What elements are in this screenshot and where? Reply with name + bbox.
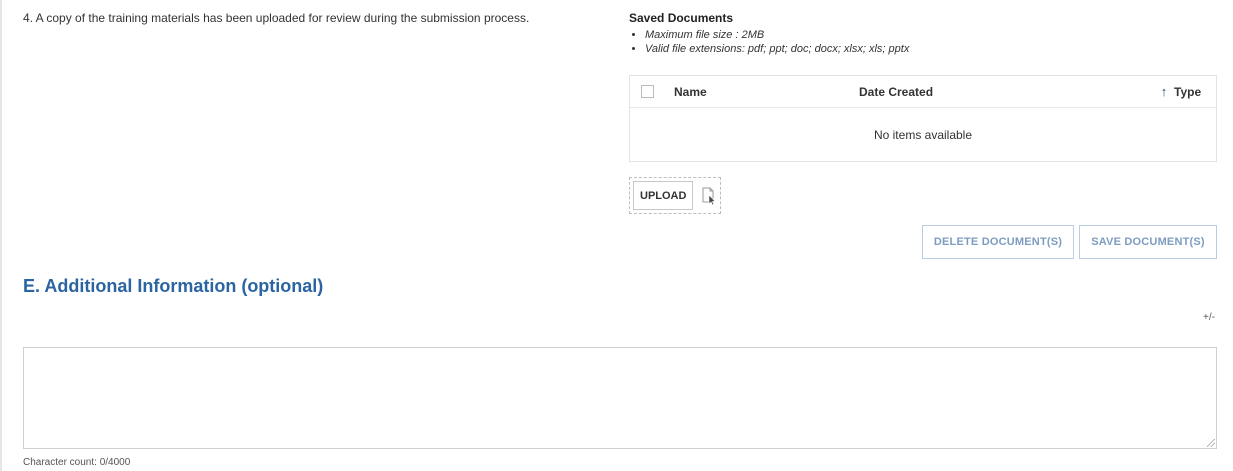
upload-button[interactable]: UPLOAD <box>633 181 694 210</box>
section-title: E. Additional Information (optional) <box>23 276 324 296</box>
additional-information-textarea[interactable] <box>23 347 1217 449</box>
page: 4. A copy of the training materials has … <box>0 0 1233 471</box>
max-file-size-note: Maximum file size : 2MB <box>645 28 1217 42</box>
valid-extensions-note: Valid file extensions: pdf; ppt; doc; do… <box>645 42 1217 56</box>
file-select-icon[interactable] <box>701 187 717 205</box>
arrow-up-icon[interactable]: ↑ <box>1154 84 1174 99</box>
column-header-type[interactable]: Type <box>1174 85 1216 99</box>
resize-handle-icon[interactable] <box>1207 439 1215 447</box>
question-text: 4. A copy of the training materials has … <box>23 11 530 25</box>
documents-table: Name Date Created ↑ Type No items availa… <box>629 75 1217 162</box>
expand-collapse-toggle[interactable]: +/- <box>1203 312 1215 323</box>
left-border <box>0 0 2 471</box>
delete-documents-button[interactable]: DELETE DOCUMENT(S) <box>922 225 1074 259</box>
saved-documents-title: Saved Documents <box>629 11 734 25</box>
file-rules-list: Maximum file size : 2MB Valid file exten… <box>629 28 1217 56</box>
select-all-checkbox[interactable] <box>641 85 654 98</box>
upload-dropzone[interactable]: UPLOAD <box>629 177 721 214</box>
save-documents-button[interactable]: SAVE DOCUMENT(S) <box>1079 225 1217 259</box>
column-header-name[interactable]: Name <box>674 85 859 99</box>
table-header: Name Date Created ↑ Type <box>630 76 1216 108</box>
table-empty-message: No items available <box>873 127 973 142</box>
character-count: Character count: 0/4000 <box>23 457 131 468</box>
saved-documents-panel: Saved Documents Maximum file size : 2MB … <box>629 11 1217 56</box>
column-header-date-created[interactable]: Date Created <box>859 85 1154 99</box>
